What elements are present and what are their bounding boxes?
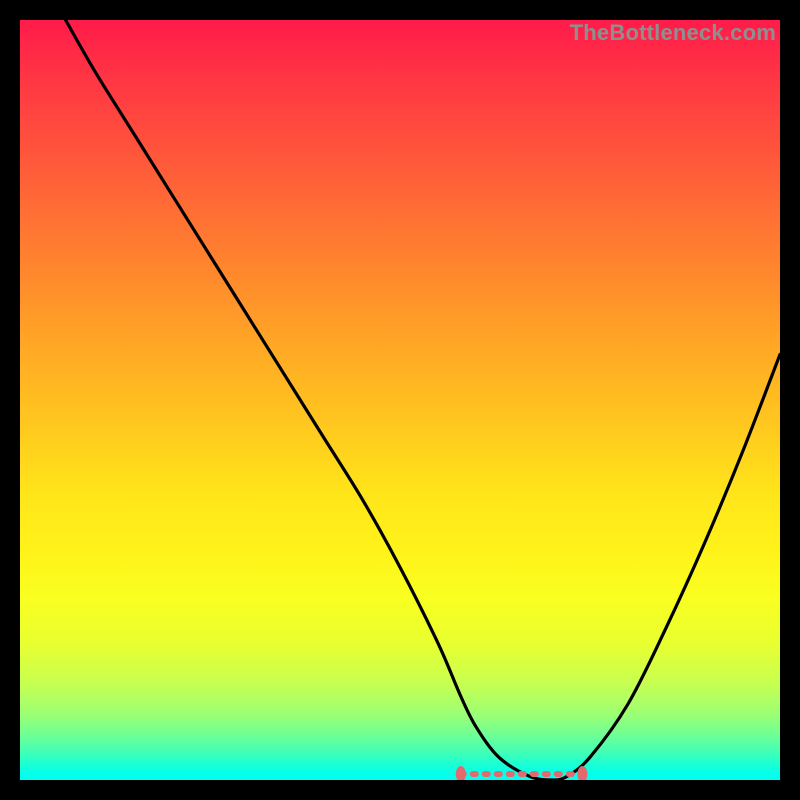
flat-region-markers	[456, 766, 588, 780]
watermark-text: TheBottleneck.com	[570, 20, 776, 46]
curve-layer	[20, 20, 780, 780]
chart-frame: TheBottleneck.com	[20, 20, 780, 780]
plot-area	[20, 20, 780, 780]
bottleneck-curve	[66, 20, 780, 780]
